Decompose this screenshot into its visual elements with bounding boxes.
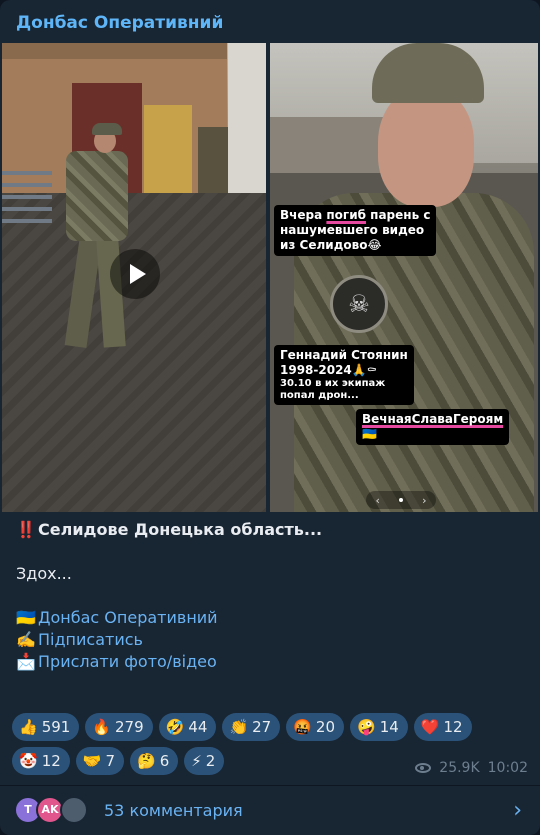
play-icon[interactable] <box>110 249 160 299</box>
caption-headline: ‼️ Селидове Донецька область... <box>16 520 323 539</box>
reaction-fire[interactable]: 🔥 279 <box>85 713 153 741</box>
subscribe-link[interactable]: ✍️ Підписатись <box>16 629 526 651</box>
media-album[interactable]: ☠ Вчера погиб парень с нашумевшего видео… <box>2 43 538 512</box>
chevron-right-icon[interactable]: › <box>513 798 522 823</box>
chevron-right-icon[interactable]: › <box>422 494 426 507</box>
channel-post: Донбас Оперативний ☠ Вчера погиб парень … <box>0 0 540 835</box>
pager-dot <box>399 498 403 502</box>
overlay-caption-1: Вчера погиб парень с нашумевшего видео и… <box>274 205 437 256</box>
avatar <box>60 795 88 824</box>
person-figure <box>56 123 136 359</box>
photo-thumbnail[interactable]: ☠ Вчера погиб парень с нашумевшего видео… <box>270 43 538 512</box>
post-time: 10:02 <box>487 760 528 776</box>
skull-patch-icon: ☠ <box>330 275 388 333</box>
send-media-link[interactable]: 📩 Прислати фото/відео <box>16 651 526 673</box>
overlay-caption-3: ВечнаяСлаваГероям 🇺🇦 <box>356 409 510 445</box>
comments-count[interactable]: 53 комментария <box>104 801 513 820</box>
reactions-row-1: 👍 591 🔥 279 🤣 44 👏 27 🤬 20 🤪 14 ❤️ 12 <box>12 713 532 741</box>
envelope-icon: 📩 <box>16 652 36 671</box>
reaction-cursing[interactable]: 🤬 20 <box>286 713 344 741</box>
reaction-thumbs-up[interactable]: 👍 591 <box>12 713 80 741</box>
video-thumbnail[interactable] <box>2 43 266 512</box>
chevron-left-icon[interactable]: ‹ <box>376 494 380 507</box>
writing-hand-icon: ✍️ <box>16 630 36 649</box>
reaction-handshake[interactable]: 🤝 7 <box>75 747 125 775</box>
caption-text: Здох... <box>16 564 72 583</box>
reaction-clown[interactable]: 🤡 12 <box>12 747 70 775</box>
channel-name[interactable]: Донбас Оперативний <box>16 13 223 33</box>
reaction-heart[interactable]: ❤️ 12 <box>413 713 472 741</box>
comments-bar[interactable]: T AK 53 комментария › <box>0 786 540 835</box>
double-exclamation-icon: ‼️ <box>16 520 36 539</box>
overlay-caption-2: Геннадий Стоянин 1998-2024🙏⚰ 30.10 в их … <box>274 345 414 405</box>
eye-icon <box>415 763 432 773</box>
reaction-thinking[interactable]: 🤔 6 <box>130 747 179 775</box>
ukraine-flag-icon: 🇺🇦 <box>16 608 36 627</box>
post-caption: ‼️ Селидове Донецька область... Здох... 🇺… <box>16 519 526 673</box>
commenter-avatars: T AK <box>14 795 94 826</box>
reaction-lightning[interactable]: ⚡ 2 <box>184 747 225 775</box>
reaction-clap[interactable]: 👏 27 <box>222 713 281 741</box>
album-pager[interactable]: ‹ › <box>366 491 436 509</box>
reaction-zany[interactable]: 🤪 14 <box>350 713 408 741</box>
channel-link[interactable]: 🇺🇦 Донбас Оперативний <box>16 607 526 629</box>
post-meta: 25.9K 10:02 <box>415 760 528 776</box>
reaction-rofl[interactable]: 🤣 44 <box>158 713 217 741</box>
views-count: 25.9K <box>439 760 480 776</box>
